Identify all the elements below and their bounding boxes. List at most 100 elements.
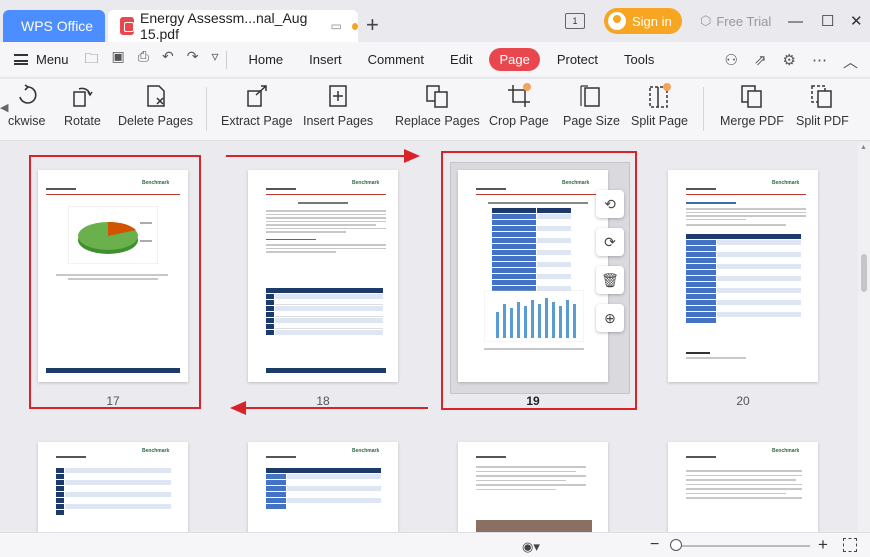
undo-icon[interactable]: ↶ <box>162 48 174 72</box>
wps-office-tab[interactable]: WPS Office <box>3 10 105 42</box>
scroll-up-icon[interactable]: ▲ <box>860 144 867 151</box>
print-icon[interactable]: ⎙ <box>138 48 149 72</box>
unsaved-dot <box>351 22 358 30</box>
replace-pages-button[interactable]: Replace Pages <box>395 83 480 128</box>
crop-page-button[interactable]: Crop Page <box>489 83 549 128</box>
page-thumbnail-23[interactable] <box>458 442 608 532</box>
user-add-icon[interactable]: ⚇ <box>725 51 738 72</box>
settings-icon[interactable]: ⚙ <box>783 51 796 72</box>
new-tab-button[interactable]: + <box>366 12 379 38</box>
selection-frame-19 <box>441 151 637 410</box>
monitor-icon: ▭ <box>330 19 342 33</box>
rotate-counterclockwise-button[interactable]: ckwise <box>8 83 46 128</box>
section-heading <box>686 202 736 204</box>
page-number-18: 18 <box>316 394 330 408</box>
tab-comment[interactable]: Comment <box>368 52 424 67</box>
maximize-button[interactable]: ☐ <box>821 8 834 34</box>
menu-button[interactable]: Menu <box>14 52 69 67</box>
page-header-line <box>686 456 716 458</box>
eye-icon[interactable]: ◉▾ <box>522 539 540 555</box>
zoom-slider-track[interactable] <box>670 545 810 547</box>
merge-pdf-label: Merge PDF <box>720 114 784 128</box>
fit-icon[interactable] <box>843 538 857 552</box>
page-number-19: 19 <box>526 394 540 408</box>
dropdown-icon[interactable]: ▿ <box>211 48 218 72</box>
chevron-up-icon[interactable]: ︿ <box>843 51 858 72</box>
data-table-thumbnail <box>266 468 382 510</box>
delete-pages-label: Delete Pages <box>118 114 194 128</box>
selection-frame-17 <box>29 155 201 409</box>
benchmark-logo: Benchmark <box>772 180 800 186</box>
arrow-right-head <box>404 149 420 163</box>
menu-right-icons: ⚇ ⇗ ⚙ ⋯ ︿ <box>725 51 859 72</box>
tab-tools[interactable]: Tools <box>624 52 654 67</box>
open-folder-icon[interactable]: 🗀 <box>85 48 99 72</box>
tab-page[interactable]: Page <box>489 48 540 71</box>
benchmark-logo: Benchmark <box>772 448 800 454</box>
benchmark-logo: Benchmark <box>352 180 380 186</box>
close-button[interactable]: ✕ <box>850 8 863 34</box>
delete-pages-button[interactable]: Delete Pages <box>118 83 193 128</box>
redo-icon[interactable]: ↷ <box>187 48 199 72</box>
more-icon[interactable]: ⋯ <box>812 51 827 72</box>
footnote-line <box>686 352 710 354</box>
minimize-button[interactable]: — <box>788 8 803 34</box>
diamond-icon: ⬡ <box>700 13 712 28</box>
avatar-icon <box>608 12 626 30</box>
page-thumbnails-area: Benchmark 17 Benchmark 18 Benchmark ⟲ ⟳ … <box>0 142 858 532</box>
vertical-scrollbar[interactable]: ▲ <box>858 142 870 532</box>
document-tab-title: Energy Assessm...nal_Aug 15.pdf <box>140 10 308 42</box>
document-tab[interactable]: Energy Assessm...nal_Aug 15.pdf ▭ <box>108 10 358 42</box>
split-page-button[interactable]: Split Page <box>631 83 688 128</box>
arrow-left-head <box>230 401 246 415</box>
rotate-ccw-icon <box>14 83 40 109</box>
hamburger-icon <box>14 54 28 65</box>
data-table-thumbnail <box>56 468 172 516</box>
sign-in-button[interactable]: Sign in <box>604 8 682 34</box>
title-bar: WPS Office Energy Assessm...nal_Aug 15.p… <box>0 0 870 42</box>
page-header-line <box>56 456 86 458</box>
ribbon-divider <box>703 87 704 131</box>
free-trial-label: Free Trial <box>716 13 772 29</box>
share-icon[interactable]: ⇗ <box>754 51 767 72</box>
page-header-line <box>266 456 296 458</box>
page-thumbnail-20[interactable]: Benchmark <box>668 170 818 382</box>
page-thumbnail-24[interactable]: Benchmark <box>668 442 818 532</box>
scrollbar-thumb[interactable] <box>861 254 867 292</box>
save-icon[interactable]: ▣ <box>112 48 125 72</box>
quick-access-toolbar: 🗀 ▣ ⎙ ↶ ↷ ▿ <box>85 48 219 72</box>
page-size-button[interactable]: Page Size <box>563 83 620 128</box>
zoom-in-button[interactable]: + <box>818 535 828 555</box>
menu-label: Menu <box>36 52 69 67</box>
zoom-out-button[interactable]: − <box>650 536 659 554</box>
page-thumbnail-22[interactable]: Benchmark <box>248 442 398 532</box>
reading-mode-icon[interactable]: 1 <box>565 13 585 29</box>
page-thumbnail-18[interactable]: Benchmark <box>248 170 398 382</box>
free-trial-button[interactable]: ⬡ Free Trial <box>700 8 771 34</box>
pdf-icon <box>120 17 135 35</box>
menu-bar: Menu 🗀 ▣ ⎙ ↶ ↷ ▿ Home Insert Comment Edi… <box>0 42 870 78</box>
crop-page-label: Crop Page <box>489 114 549 128</box>
replace-page-icon <box>424 83 450 109</box>
rotate-button[interactable]: Rotate <box>64 83 101 128</box>
insert-pages-label: Insert Pages <box>303 114 374 128</box>
page-number-20: 20 <box>736 394 750 408</box>
page-size-icon <box>578 83 604 109</box>
insert-pages-button[interactable]: Insert Pages <box>303 83 373 128</box>
tab-home[interactable]: Home <box>248 52 283 67</box>
split-page-label: Split Page <box>631 114 688 128</box>
rotate-icon <box>69 83 95 109</box>
page-header-line <box>266 188 296 190</box>
split-pdf-button[interactable]: Split PDF <box>796 83 849 128</box>
tab-insert[interactable]: Insert <box>309 52 342 67</box>
body-text-block <box>686 208 806 228</box>
zoom-slider-handle[interactable] <box>670 539 682 551</box>
merge-pdf-button[interactable]: Merge PDF <box>720 83 784 128</box>
rotate-label: Rotate <box>64 114 101 128</box>
tab-protect[interactable]: Protect <box>557 52 598 67</box>
delete-page-icon <box>143 83 169 109</box>
page-thumbnail-21[interactable]: Benchmark <box>38 442 188 532</box>
extract-page-button[interactable]: Extract Page <box>221 83 293 128</box>
header-rule <box>266 194 386 195</box>
tab-edit[interactable]: Edit <box>450 52 472 67</box>
